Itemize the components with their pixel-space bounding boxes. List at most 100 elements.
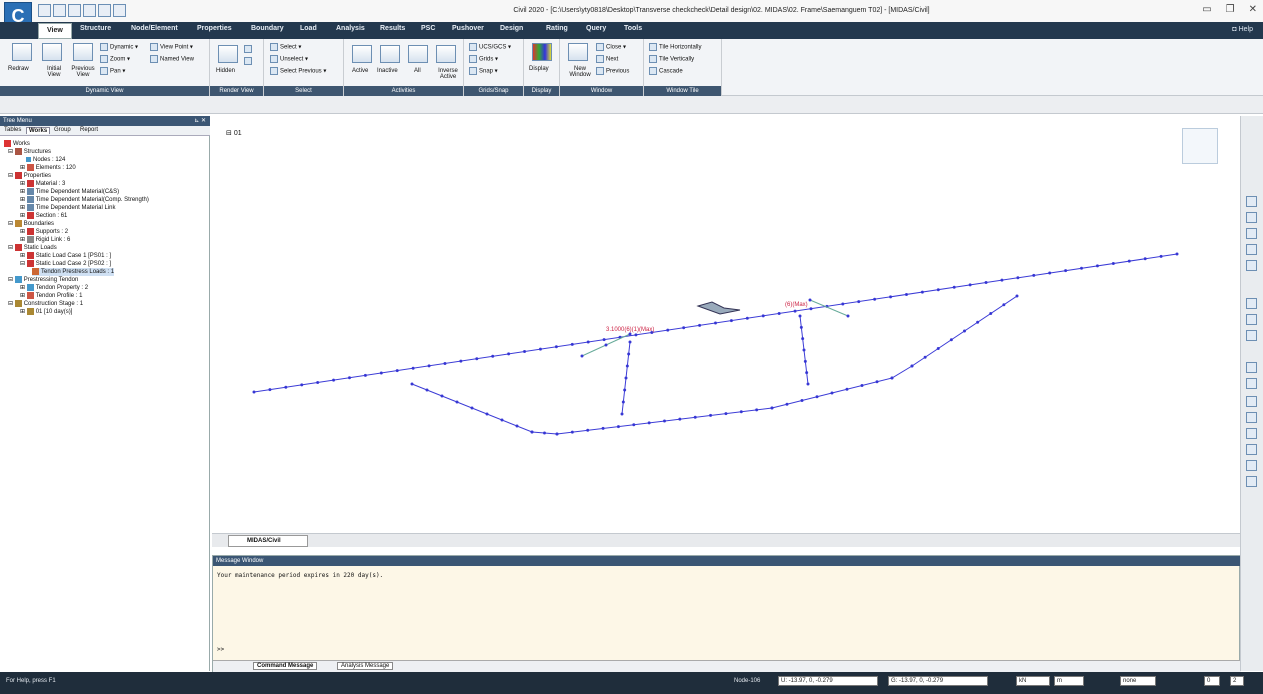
front-view-icon[interactable] <box>1246 378 1257 389</box>
zoom-window-icon[interactable] <box>1246 196 1257 207</box>
iso-view-icon[interactable] <box>1246 362 1257 373</box>
tree-item[interactable]: ⊞ Supports : 2 <box>20 228 68 236</box>
initial-view-icon[interactable] <box>42 43 62 61</box>
view-cube[interactable] <box>1182 128 1218 164</box>
tree-item[interactable]: ⊞ Tendon Profile : 1 <box>20 292 82 300</box>
page-field-b[interactable]: 2 <box>1230 676 1244 686</box>
close-icon[interactable]: ✕ <box>1249 4 1257 15</box>
tree-item[interactable]: ⊟ Static Load Case 2 [PS02 : ] <box>20 260 111 268</box>
restore-icon[interactable]: ❐ <box>1226 4 1235 15</box>
snap-button[interactable]: Snap ▾ <box>469 67 498 75</box>
force-unit-select[interactable]: kN <box>1016 676 1050 686</box>
inactive-button[interactable]: Inactive <box>377 68 398 74</box>
zoom-fit-icon[interactable] <box>1246 244 1257 255</box>
redraw-button[interactable]: Redraw <box>8 66 29 72</box>
active-icon[interactable] <box>352 45 372 63</box>
redraw-icon[interactable] <box>12 43 32 61</box>
hidden-icon[interactable] <box>218 45 238 63</box>
back-view-icon[interactable] <box>1246 412 1257 423</box>
view-top-icon[interactable] <box>1246 330 1257 341</box>
length-unit-select[interactable]: m <box>1054 676 1084 686</box>
previous-view-icon[interactable] <box>73 43 93 61</box>
tab-psc[interactable]: PSC <box>421 25 435 32</box>
tree-item[interactable]: Works <box>4 140 30 148</box>
shading-icon[interactable] <box>244 57 254 65</box>
perspective-icon[interactable] <box>1246 444 1257 455</box>
hidden-button[interactable]: Hidden <box>216 68 235 74</box>
active-button[interactable]: Active <box>352 68 368 74</box>
all-button[interactable]: All <box>414 68 421 74</box>
inverse-active-button[interactable]: Inverse Active <box>434 68 462 80</box>
tree-item[interactable]: ⊞ Rigid Link : 6 <box>20 236 70 244</box>
tab-load[interactable]: Load <box>300 25 317 32</box>
minimize-icon[interactable]: ▭ <box>1202 4 1211 15</box>
display-button[interactable]: Display <box>529 66 549 72</box>
command-prompt[interactable]: >> <box>217 646 224 653</box>
tab-group[interactable]: Group <box>52 127 73 133</box>
tab-structure[interactable]: Structure <box>80 25 111 32</box>
ucs-gcs-button[interactable]: UCS/GCS ▾ <box>469 43 511 51</box>
select-button[interactable]: Select ▾ <box>270 43 301 51</box>
tile-horizontally-button[interactable]: Tile Horizontally <box>649 43 701 51</box>
tab-analysis-message[interactable]: Analysis Message <box>337 662 394 670</box>
render-option-icon[interactable] <box>244 45 254 53</box>
tree-item[interactable]: ⊞ Material : 3 <box>20 180 65 188</box>
tile-vertically-button[interactable]: Tile Vertically <box>649 55 694 63</box>
page-field-a[interactable]: 0 <box>1204 676 1220 686</box>
render-icon[interactable] <box>1246 476 1257 487</box>
select-previous-button[interactable]: Select Previous ▾ <box>270 67 326 75</box>
tree-item[interactable]: ⊞ Time Dependent Material(Comp. Strength… <box>20 196 149 204</box>
tab-query[interactable]: Query <box>586 25 606 32</box>
tab-rating[interactable]: Rating <box>546 25 568 32</box>
tree-item[interactable]: ⊞ Section : 61 <box>20 212 67 220</box>
tree-item[interactable]: ⊟ Boundaries <box>8 220 54 228</box>
all-icon[interactable] <box>408 45 428 63</box>
side-view-icon[interactable] <box>1246 396 1257 407</box>
tree-item[interactable]: ⊟ Prestressing Tendon <box>8 276 78 284</box>
new-window-icon[interactable] <box>568 43 588 61</box>
orbit-icon[interactable] <box>1246 314 1257 325</box>
unselect-button[interactable]: Unselect ▾ <box>270 55 308 63</box>
pin-icon[interactable]: ⊾ ✕ <box>194 116 206 126</box>
zoom-button[interactable]: Zoom ▾ <box>100 55 130 63</box>
rotate-icon[interactable] <box>1246 298 1257 309</box>
tree-item[interactable]: ⊞ Time Dependent Material Link <box>20 204 116 212</box>
tab-works[interactable]: Works <box>26 127 51 134</box>
tree-item[interactable]: ⊟ Properties <box>8 172 51 180</box>
view-point-button[interactable]: View Point ▾ <box>150 43 193 51</box>
tab-report[interactable]: Report <box>78 127 100 133</box>
next-window-button[interactable]: Next <box>596 55 618 63</box>
axes-icon[interactable] <box>1246 460 1257 471</box>
named-view-button[interactable]: Named View <box>150 55 194 63</box>
model-canvas[interactable]: ⊟ 01 3.1000(6)(1)(Max) (6)(Max) <box>212 116 1240 541</box>
close-window-button[interactable]: Close ▾ <box>596 43 626 51</box>
tree-item[interactable]: ⊞ Static Load Case 1 [PS01 : ] <box>20 252 111 260</box>
zoom-in-icon[interactable] <box>1246 212 1257 223</box>
tree-item[interactable]: Nodes : 124 <box>26 156 65 164</box>
tab-view[interactable]: View <box>38 23 72 39</box>
load-combo-select[interactable]: none <box>1120 676 1156 686</box>
inactive-icon[interactable] <box>380 45 400 63</box>
view-tab-midas-civil[interactable]: MIDAS/Civil <box>228 535 308 547</box>
tree-item[interactable]: ⊟ Construction Stage : 1 <box>8 300 83 308</box>
tree-item[interactable]: ⊟ Structures <box>8 148 51 156</box>
tree-item[interactable]: Tendon Prestress Loads : 1 <box>32 268 115 277</box>
tree-item[interactable]: ⊞ 01 [10 day(s)] <box>20 308 72 316</box>
grids-button[interactable]: Grids ▾ <box>469 55 498 63</box>
pan-icon[interactable] <box>1246 260 1257 271</box>
tree-item[interactable]: ⊞ Elements : 120 <box>20 164 76 172</box>
help-menu[interactable]: ◘ Help <box>1232 26 1253 33</box>
pan-button[interactable]: Pan ▾ <box>100 67 125 75</box>
dynamic-button[interactable]: Dynamic ▾ <box>100 43 138 51</box>
tab-command-message[interactable]: Command Message <box>253 662 318 670</box>
new-window-button[interactable]: New Window <box>564 66 596 78</box>
tree-item[interactable]: ⊞ Time Dependent Material(C&S) <box>20 188 119 196</box>
tab-results[interactable]: Results <box>380 25 405 32</box>
tree-item[interactable]: ⊞ Tendon Property : 2 <box>20 284 88 292</box>
tab-boundary[interactable]: Boundary <box>251 25 284 32</box>
tab-pushover[interactable]: Pushover <box>452 25 484 32</box>
tab-analysis[interactable]: Analysis <box>336 25 365 32</box>
zoom-out-icon[interactable] <box>1246 228 1257 239</box>
cascade-button[interactable]: Cascade <box>649 67 683 75</box>
initial-view-button[interactable]: Initial View <box>40 66 68 78</box>
